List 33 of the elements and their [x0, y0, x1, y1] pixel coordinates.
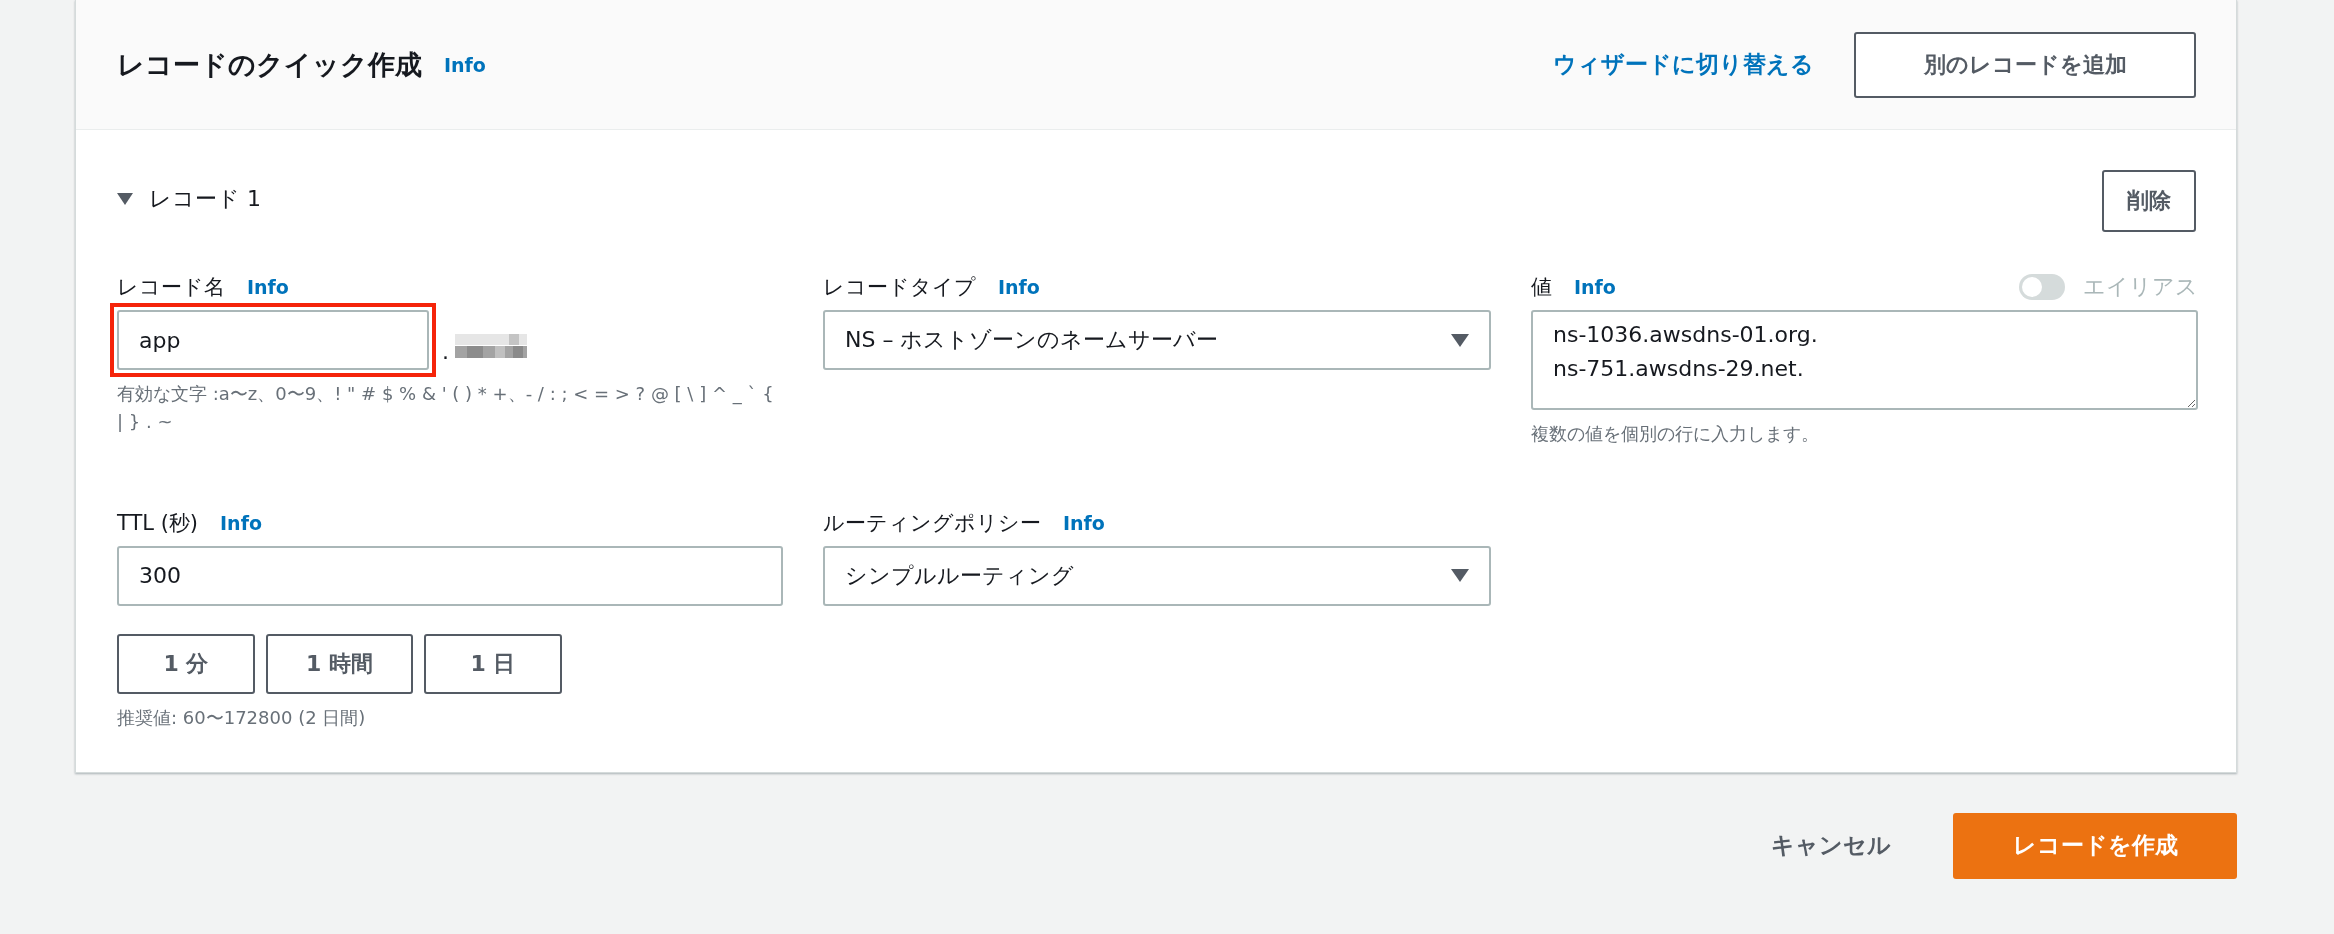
- cancel-button[interactable]: キャンセル: [1765, 829, 1897, 863]
- field-label: レコード名: [117, 274, 225, 301]
- field-label: 値: [1531, 274, 1552, 301]
- record-name-field[interactable]: app: [117, 310, 429, 370]
- ttl-preset-button[interactable]: 1 分: [117, 633, 255, 694]
- ttl-hint: 推奨値: 60〜172800 (2 日間): [117, 705, 367, 730]
- valid-characters-hint: 有効な文字 :a〜z、0〜9、! " # $ % & ' ( ) * +、- / : ; < = > ? @ [ \ ] ^ _ ` { | } . ~: [117, 382, 775, 434]
- dropdown-arrow-icon: [1451, 333, 1469, 347]
- info-link[interactable]: Info: [1063, 511, 1105, 534]
- routing-policy-select[interactable]: シンプルルーティング: [823, 545, 1491, 606]
- ttl-preset-button[interactable]: 1 時間: [266, 633, 413, 694]
- delete-button[interactable]: 削除: [2102, 170, 2196, 232]
- dropdown-arrow-icon: [1451, 569, 1469, 583]
- record-type-select[interactable]: NS – ホストゾーンのネームサーバー: [823, 310, 1491, 370]
- alias-label: エイリアス: [2083, 273, 2198, 301]
- info-link[interactable]: Info: [1574, 276, 1616, 298]
- info-link[interactable]: Info: [444, 53, 486, 76]
- ttl-field[interactable]: 300: [117, 545, 783, 606]
- info-link[interactable]: Info: [998, 276, 1040, 298]
- field-label: レコードタイプ: [823, 274, 976, 301]
- domain-suffix: .: [442, 339, 449, 364]
- card-title: レコードのクイック作成: [117, 47, 422, 82]
- info-link[interactable]: Info: [220, 511, 262, 534]
- switch-wizard-link[interactable]: ウィザードに切り替える: [1553, 49, 1814, 80]
- value-hint: 複数の値を個別の行に入力します。: [1531, 422, 1820, 446]
- add-record-button[interactable]: 別のレコードを追加: [1854, 31, 2196, 98]
- field-label: ルーティングポリシー: [823, 509, 1041, 537]
- caret-icon[interactable]: [117, 193, 133, 205]
- value-field[interactable]: ns-1036.awsdns-01.org. ns-751.awsdns-29.net.: [1531, 310, 2198, 410]
- info-link[interactable]: Info: [247, 276, 289, 298]
- field-label: TTL (秒): [117, 509, 199, 537]
- ttl-preset-button[interactable]: 1 日: [423, 633, 562, 694]
- record-section-title: レコード 1: [149, 185, 261, 213]
